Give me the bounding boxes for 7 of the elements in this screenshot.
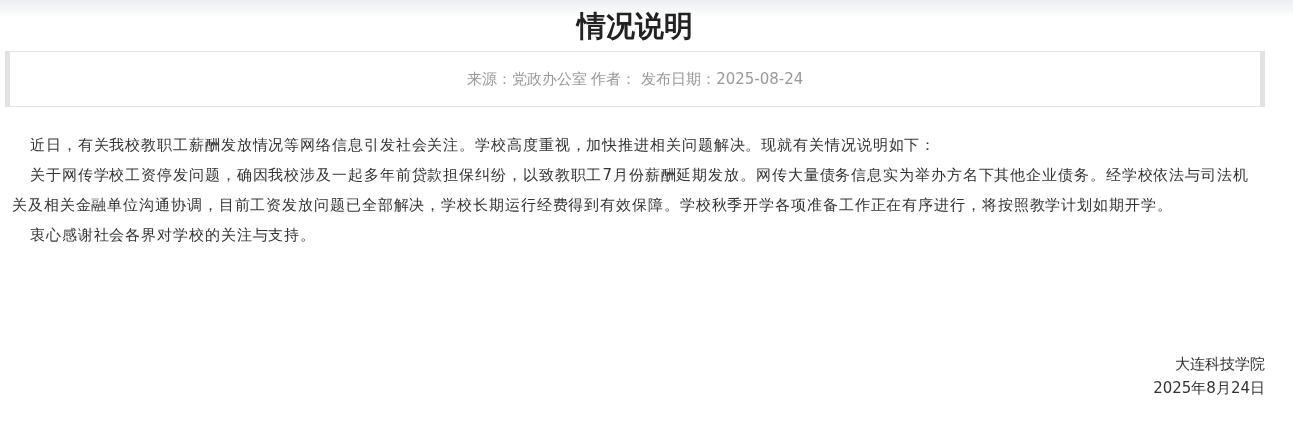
paragraph: 近日，有关我校教职工薪酬发放情况等网络信息引发社会关注。学校高度重视，加快推进相关问题解决。现就有关情况说明如下：: [29, 135, 938, 156]
paragraph: 关于网传学校工资停发问题，确因我校涉及一起多年前贷款担保纠纷，以致教职工7月份薪酬延期发放。网传大量债务信息实为举办方名下其他企业债务。经学校依法与司法机关及相关金融单位沟通协调，目前工资发放问题已全部解决，学校长期运行经费得到有效保障。学校秋季开学各项准备工作正在有序进行，将按照教学计划如期开学。: [12, 165, 1250, 216]
signature-organization: 大连科技学院: [1175, 354, 1265, 375]
signature-date: 2025年8月24日: [1153, 378, 1265, 399]
paragraph: 衷心感谢社会各界对学校的关注与支持。: [29, 225, 318, 246]
meta-info: 来源：党政办公室 作者： 发布日期：2025-08-24: [466, 69, 804, 89]
article-title: 情况说明: [574, 8, 694, 45]
